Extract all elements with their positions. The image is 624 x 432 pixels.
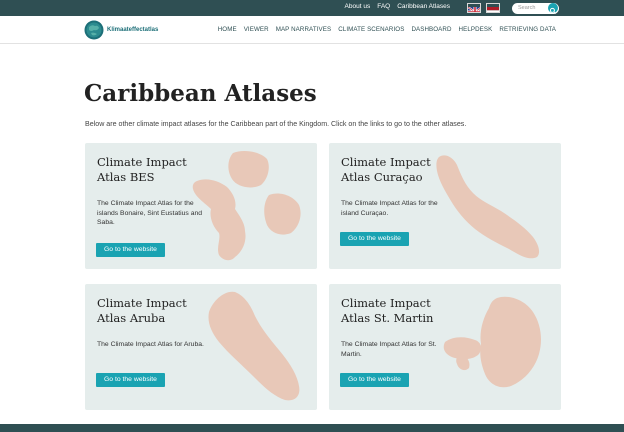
nl-flag-icon[interactable] [486,3,500,13]
nav-retrieving-data[interactable]: RETRIEVING DATA [499,26,556,33]
nav-helpdesk[interactable]: HELPDESK [459,26,493,33]
header: Klimaateffectatlas HOME VIEWER MAP NARRA… [0,16,624,44]
nav-dashboard[interactable]: DASHBOARD [411,26,451,33]
card-title: Climate Impact Atlas St. Martin [341,296,434,325]
card-title: Climate Impact Atlas Curaçao [341,155,431,184]
card-description: The Climate Impact Atlas for Aruba. [97,341,204,348]
card-description: The Climate Impact Atlas for the island … [341,200,438,217]
search-input[interactable] [518,3,546,13]
atlas-card-curacao: Climate Impact Atlas Curaçao The Climate… [329,143,561,269]
go-to-website-button-bes[interactable]: Go to the website [96,243,165,257]
card-title: Climate Impact Atlas Aruba [97,296,187,325]
main-nav: HOME VIEWER MAP NARRATIVES CLIMATE SCENA… [218,26,556,33]
atlas-card-aruba: Climate Impact Atlas Aruba The Climate I… [85,284,317,410]
card-title: Climate Impact Atlas BES [97,155,187,184]
search-button[interactable] [548,3,558,14]
nav-map-narratives[interactable]: MAP NARRATIVES [276,26,332,33]
logo[interactable]: Klimaateffectatlas [84,20,158,40]
go-to-website-button-aruba[interactable]: Go to the website [96,373,165,387]
footer-bar [0,424,624,432]
search-box [512,2,559,14]
card-description: The Climate Impact Atlas for the islands… [97,200,203,226]
search-icon [549,7,556,14]
top-link-about-us[interactable]: About us [345,3,371,10]
logo-icon [84,20,104,40]
intro-text: Below are other climate impact atlases f… [85,120,467,128]
uk-flag-icon[interactable] [467,3,481,13]
page-title: Caribbean Atlases [84,80,317,107]
top-bar: About us FAQ Caribbean Atlases [0,0,624,16]
atlas-card-bes: Climate Impact Atlas BES The Climate Imp… [85,143,317,269]
nav-viewer[interactable]: VIEWER [244,26,269,33]
go-to-website-button-st-martin[interactable]: Go to the website [340,373,409,387]
top-link-faq[interactable]: FAQ [377,3,390,10]
go-to-website-button-curacao[interactable]: Go to the website [340,232,409,246]
top-link-caribbean-atlases[interactable]: Caribbean Atlases [397,3,450,10]
atlas-card-st-martin: Climate Impact Atlas St. Martin The Clim… [329,284,561,410]
logo-text: Klimaateffectatlas [107,27,159,33]
top-links: About us FAQ Caribbean Atlases [345,3,450,10]
nav-climate-scenarios[interactable]: CLIMATE SCENARIOS [338,26,404,33]
card-description: The Climate Impact Atlas for St. Martin. [341,341,437,358]
nav-home[interactable]: HOME [218,26,237,33]
